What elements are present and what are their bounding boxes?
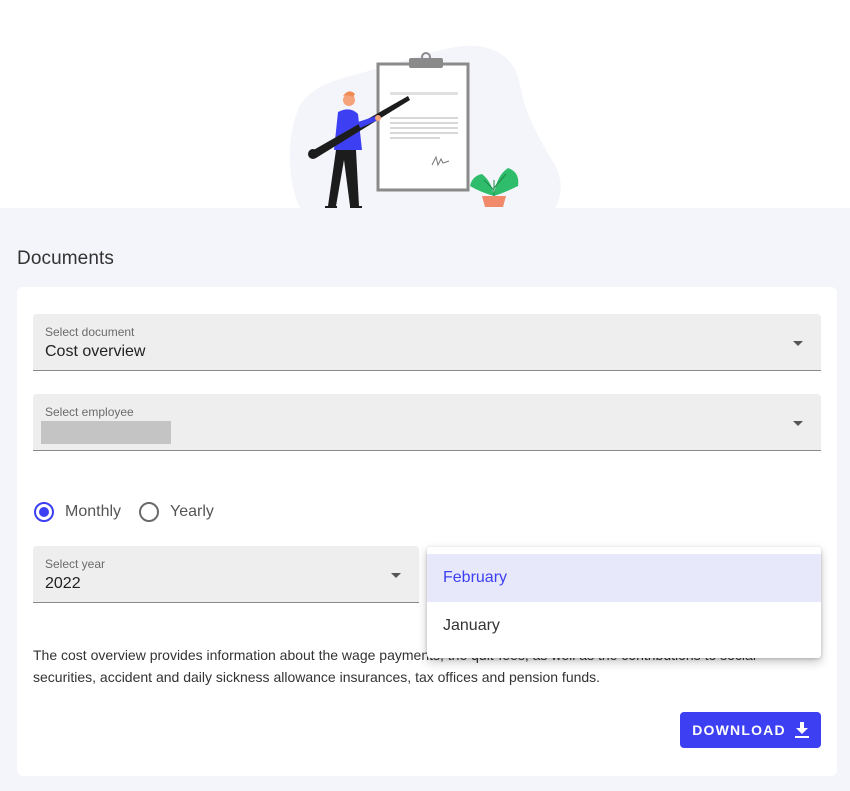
radio-monthly-indicator	[34, 502, 54, 522]
year-select-label: Select year	[45, 557, 106, 571]
description-line-2: securities, accident and daily sickness …	[33, 669, 601, 685]
page-title: Documents	[17, 248, 114, 269]
caret-down-icon	[793, 421, 803, 426]
employee-select-label: Select employee	[45, 405, 134, 419]
caret-down-icon	[793, 341, 803, 346]
radio-monthly-label: Monthly	[65, 503, 122, 520]
year-select[interactable]: Select year 2022	[33, 546, 419, 603]
download-button[interactable]: DOWNLOAD	[680, 712, 821, 748]
document-select-label: Select document	[45, 325, 135, 339]
month-option-january[interactable]: January	[427, 602, 821, 650]
period-radio-group: Monthly Yearly	[34, 501, 232, 523]
month-dropdown-menu: February January	[427, 547, 821, 658]
employee-select-value-redacted	[41, 421, 171, 444]
caret-down-icon	[391, 573, 401, 578]
month-option-february[interactable]: February	[427, 554, 821, 602]
radio-yearly[interactable]: Yearly	[139, 502, 214, 522]
hero-illustration	[0, 0, 850, 208]
document-select[interactable]: Select document Cost overview	[33, 314, 821, 371]
radio-yearly-indicator	[139, 502, 160, 522]
download-button-label: DOWNLOAD	[692, 722, 786, 738]
clipboard-illustration	[289, 45, 561, 208]
document-select-value: Cost overview	[45, 343, 146, 360]
radio-monthly[interactable]: Monthly	[34, 502, 121, 522]
radio-yearly-label: Yearly	[170, 503, 214, 520]
year-select-value: 2022	[45, 575, 81, 592]
employee-select[interactable]: Select employee	[33, 394, 821, 451]
download-icon	[794, 722, 809, 738]
